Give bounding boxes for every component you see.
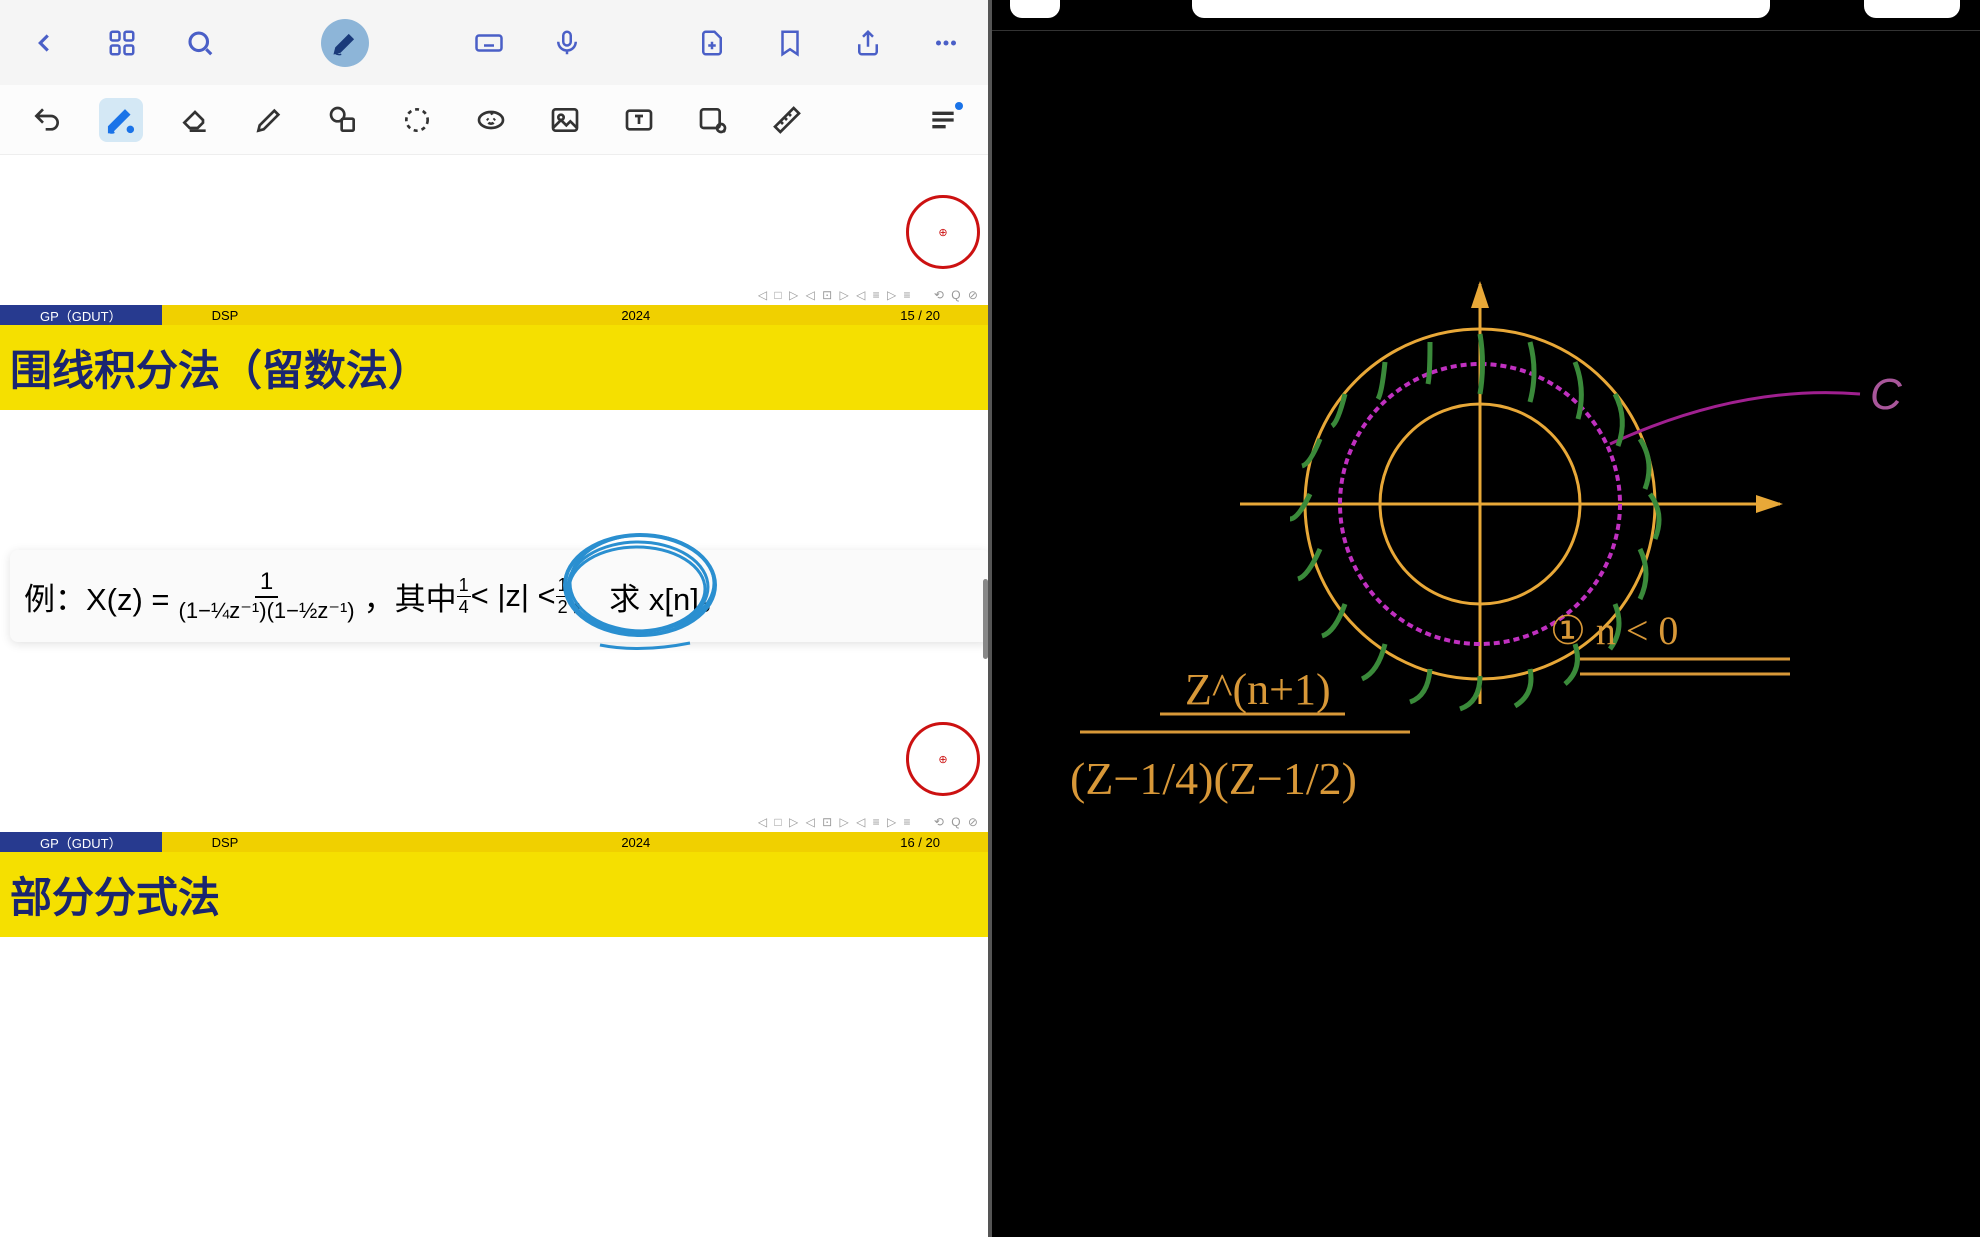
footer-page: 15 / 20 [900,308,940,323]
contour-label: C [1870,370,1903,419]
right-app-pane: C ① n < 0 Z^(n+1) (Z−1/4)(Z−1/2) [990,0,1980,1237]
share-button[interactable] [844,19,892,67]
footer-title: DSP [212,308,239,323]
footer-author-2: GP（GDUT） [0,832,162,852]
slide-body: 例：X(z) = 1 (1−¼z⁻¹)(1−½z⁻¹) ，其中 14 < |z|… [0,410,990,702]
back-button[interactable] [20,19,68,67]
rt-extra-button[interactable] [1864,0,1960,18]
circle-annotation [550,525,730,655]
image-search-tool[interactable] [691,98,735,142]
left-app-pane: ⊕ ◁ □ ▷ ◁ ⊡ ▷ ◁ ≡ ▷ ≡ ⟲ Q ⊘ GP（GDUT） DSP… [0,0,990,1237]
highlighter-tool[interactable] [247,98,291,142]
slide-content-area[interactable]: ⊕ ◁ □ ▷ ◁ ⊡ ▷ ◁ ≡ ▷ ≡ ⟲ Q ⊘ GP（GDUT） DSP… [0,155,990,1237]
microphone-button[interactable] [543,19,591,67]
menu-button[interactable] [921,98,965,142]
shape-tool[interactable] [321,98,365,142]
pen-mode-button[interactable] [321,19,369,67]
slide-title-2: 部分分式法 [0,852,990,937]
undo-button[interactable] [25,98,69,142]
main-top-bar [0,0,990,85]
image-tool[interactable] [543,98,587,142]
case-label: ① n < 0 [1550,608,1678,653]
slide-footer-2: GP（GDUT） DSP 2024 16 / 20 [0,832,990,852]
grid-button[interactable] [98,19,146,67]
nav-symbols-2: ◁ □ ▷ ◁ ⊡ ▷ ◁ ≡ ▷ ≡ ⟲ Q ⊘ [0,812,990,832]
bookmark-button[interactable] [766,19,814,67]
drawing-tool-bar [0,85,990,155]
add-page-button[interactable] [688,19,736,67]
expr-denominator: (Z−1/4)(Z−1/2) [1070,753,1357,804]
stamp-icon-2: ⊕ [906,722,980,796]
slide-footer-1: GP（GDUT） DSP 2024 15 / 20 [0,305,990,325]
eraser-tool[interactable] [173,98,217,142]
whiteboard-canvas[interactable]: C ① n < 0 Z^(n+1) (Z−1/4)(Z−1/2) [990,30,1980,1237]
formula-box: 例：X(z) = 1 (1−¼z⁻¹)(1−½z⁻¹) ，其中 14 < |z|… [10,550,990,642]
footer-author: GP（GDUT） [0,305,162,325]
stamp-icon: ⊕ [906,195,980,269]
search-button[interactable] [176,19,224,67]
drag-handle[interactable] [983,579,988,659]
text-tool[interactable] [617,98,661,142]
footer-year: 2024 [621,308,650,323]
ruler-tool[interactable] [765,98,809,142]
right-toolbar [990,0,1980,30]
slide-title-1: 围线积分法（留数法） [0,325,990,410]
lasso-tool[interactable] [395,98,439,142]
rt-tools-group[interactable] [1192,0,1770,18]
split-divider[interactable] [988,0,992,1237]
more-button[interactable] [922,19,970,67]
pen-tool[interactable] [99,98,143,142]
expr-numerator: Z^(n+1) [1185,665,1331,714]
rt-back-button[interactable] [1010,0,1060,18]
keyboard-button[interactable] [465,19,513,67]
sticker-tool[interactable] [469,98,513,142]
nav-symbols: ◁ □ ▷ ◁ ⊡ ▷ ◁ ≡ ▷ ≡ ⟲ Q ⊘ [0,285,990,305]
